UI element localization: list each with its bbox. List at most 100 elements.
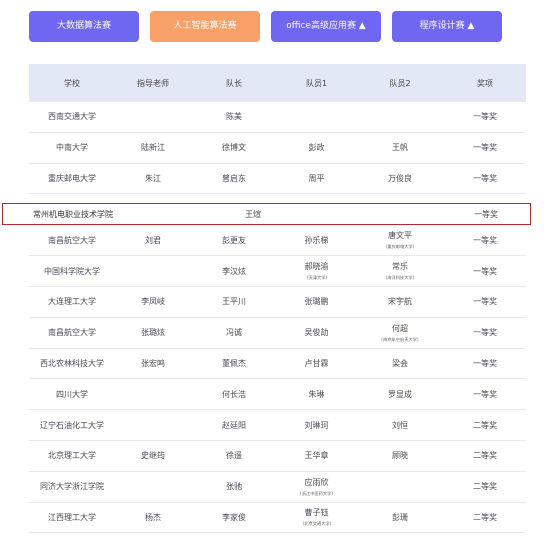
cell-school: 北京理工大学 [29,450,115,461]
cell-member1-affiliation: (天津大学) [306,275,327,281]
cell-captain-text: 何长浩 [222,389,246,399]
table-row[interactable]: 西南交通大学 陈美 一等奖 [29,102,526,133]
cell-school-text: 中国科学院大学 [44,266,100,276]
cell-teacher: 张宏鸣 [115,358,191,369]
table-row[interactable]: 同济大学浙江学院 张驰 应雨欣 (浙江中医药大学) 二等奖 [29,472,526,503]
cell-member2: 宋宇航 [356,296,444,307]
cell-member2: 梁会 [356,358,444,369]
cell-member2-text: 梁会 [392,358,408,368]
cell-school-text: 江西理工大学 [48,512,96,522]
cell-member2-text: 顾晓 [392,451,408,461]
cell-award-text: 二等奖 [473,420,497,430]
table-row[interactable]: 中国科学院大学 李汉炫 郝晓渝 (天津大学) 常乐 (海洋科技大学) 一等奖 [29,256,526,287]
cell-captain-text: 陈美 [226,112,242,122]
cell-teacher: 李凤岐 [115,296,191,307]
header-member2: 队员2 [389,78,411,88]
cell-member2: 刘恒 [356,420,444,431]
cell-school-text: 同济大学浙江学院 [40,482,104,492]
cell-award: 一等奖 [444,266,526,277]
cell-school: 西北农林科技大学 [29,358,115,369]
cell-member1: 刘琳珂 [277,420,356,431]
cell-award: 一等奖 [444,358,526,369]
cell-member2-text: 宋宇航 [388,297,412,307]
table-row[interactable]: 辽宁石油化工大学 赵廷阳 刘琳珂 刘恒 二等奖 [29,410,526,441]
cell-member2: 彭珊 [356,512,444,523]
cell-captain-text: 冯诚 [226,328,242,338]
cell-member2: 罗显成 [356,389,444,400]
cell-member1-text: 应雨欣 [304,477,329,487]
cell-award-text: 二等奖 [473,512,497,522]
cell-school-text: 南昌航空大学 [48,235,96,245]
cell-school-text: 大连理工大学 [48,297,96,307]
cell-school: 中国科学院大学 [29,266,115,277]
cell-school-text: 南昌航空大学 [48,328,96,338]
cell-member2: 顾晓 [356,450,444,461]
cell-award-text: 一等奖 [473,389,497,399]
cell-school-text: 西北农林科技大学 [40,358,104,368]
table-row[interactable]: 大连理工大学 李凤岐 王平川 张璐鹏 宋宇航 一等奖 [29,287,526,318]
cell-school: 中南大学 [29,142,115,153]
cell-member2: 万俊良 [356,173,444,184]
cell-captain: 冯诚 [191,327,277,338]
cell-award-text: 一等奖 [473,173,497,183]
table-row[interactable]: 南昌航空大学 刘君 彭更友 孙乐梯 唐文平 (重庆邮电大学) 一等奖 [29,225,526,257]
cell-award: 一等奖 [444,142,526,153]
table-row[interactable]: 四川大学 何长浩 朱琳 罗显成 一等奖 [29,379,526,411]
cell-award-text: 一等奖 [473,266,497,276]
table-row[interactable]: 中南大学 陆新江 徐博文 彭政 王帆 一等奖 [29,133,526,164]
cell-award: 一等奖 [444,296,526,307]
cell-teacher: 陆新江 [115,142,191,153]
highlighted-row[interactable]: 常州机电职业技术学院 王煊 一等奖 [2,203,531,225]
cell-teacher: 史继筠 [115,450,191,461]
cell-member1-text: 朱琳 [308,389,325,399]
cell-captain-text: 徐遥 [226,451,242,461]
cell-member1-text: 刘琳珂 [304,420,329,430]
cell-captain-text: 李家俊 [222,512,246,522]
table-row[interactable]: 江西理工大学 杨杰 李家俊 曹子钰 (北京交通大学) 彭珊 二等奖 [29,503,526,534]
cell-member1-text: 郝晓渝 [304,262,329,272]
cell-teacher: 张璐炫 [115,327,191,338]
tab-programming[interactable]: 程序设计赛 ▲ [392,11,502,42]
cell-teacher-text: 陆新江 [141,143,165,153]
cell-captain-text: 赵廷阳 [222,420,246,430]
cell-member2-text: 彭珊 [392,512,408,522]
cell-award: 二等奖 [444,420,526,431]
cell-member1-text: 孙乐梯 [304,235,329,245]
cell-member1: 孙乐梯 [277,235,356,246]
cell-award: 一等奖 [444,173,526,184]
cell-member2-text: 王帆 [392,143,408,153]
results-table: 学校 指导老师 队长 队员1 队员2 奖项 西南交通大学 陈美 一等奖 中南大学 陆新江… [29,64,526,534]
cell-captain-text: 徐博文 [222,143,246,153]
table-row[interactable]: 南昌航空大学 张璐炫 冯诚 吴俊劼 何超 (南京航空航天大学) 一等奖 [29,318,526,349]
cell-school: 辽宁石油化工大学 [29,420,115,431]
cell-school-text: 中南大学 [56,143,88,153]
cell-school-text: 重庆邮电大学 [48,173,96,183]
tab-big-data[interactable]: 大数据算法赛 [29,11,139,42]
cell-award-text: 一等奖 [473,358,497,368]
cell-award: 一等奖 [444,235,526,246]
cell-captain: 董佩杰 [191,358,277,369]
cell-member2-text: 何超 [392,323,408,333]
table-row[interactable]: 西北农林科技大学 张宏鸣 董佩杰 卢甘霖 梁会 一等奖 [29,349,526,380]
cell-captain: 陈美 [191,111,277,122]
cell-award: 一等奖 [474,209,498,219]
cell-member1-text: 周平 [308,173,325,183]
cell-award: 一等奖 [444,327,526,338]
tab-office[interactable]: office高级应用赛 ▲ [271,11,381,42]
table-row[interactable]: 北京理工大学 史继筠 徐遥 王华章 顾晓 二等奖 [29,441,526,472]
cell-member2-affiliation: (重庆邮电大学) [385,244,415,250]
cell-member1: 曹子钰 (北京交通大学) [277,507,356,527]
cell-member2-text: 万俊良 [388,173,412,183]
cell-captain: 曾启东 [191,173,277,184]
cell-award: 一等奖 [444,111,526,122]
table-row[interactable]: 重庆邮电大学 朱江 曾启东 周平 万俊良 一等奖 [29,164,526,195]
cell-school: 常州机电职业技术学院 [33,209,113,219]
cell-captain-text: 董佩杰 [222,358,246,368]
header-captain: 队长 [226,78,242,88]
cell-teacher: 朱江 [115,173,191,184]
cell-member1: 张璐鹏 [277,296,356,307]
cell-captain: 赵廷阳 [191,420,277,431]
cell-member1-affiliation: (北京交通大学) [302,521,331,527]
cell-school: 大连理工大学 [29,296,115,307]
tab-ai-algorithm[interactable]: 人工智能算法赛 [150,11,260,42]
